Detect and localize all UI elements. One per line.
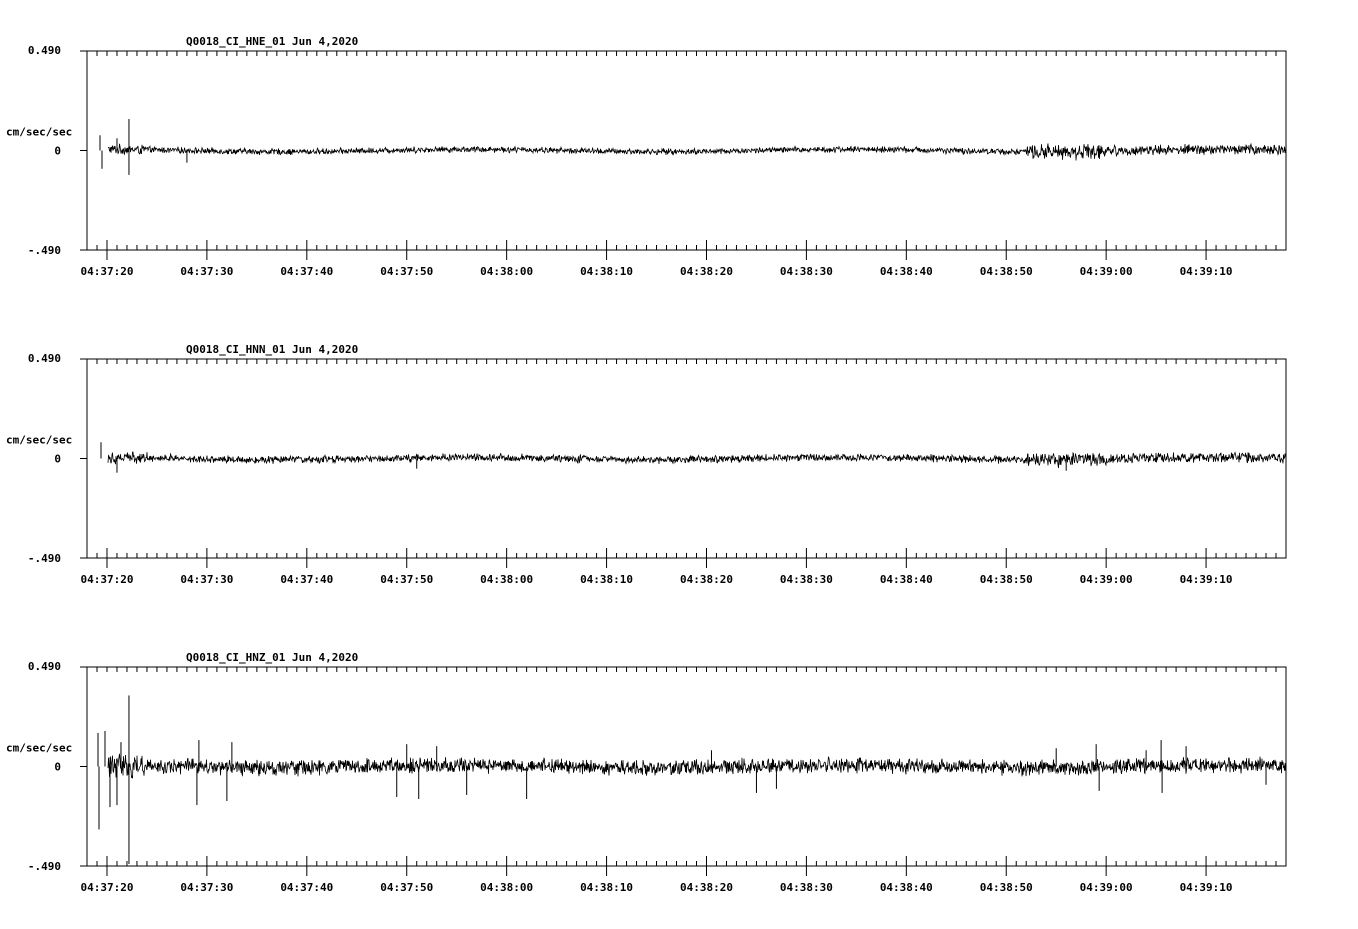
x-tick-label: 04:37:30: [180, 265, 233, 278]
y-tick-label: 0.490: [28, 44, 61, 57]
panel-3: Q0018_CI_HNZ_01 Jun 4,2020 cm/sec/sec 0.49…: [6, 651, 1287, 894]
x-tick-label: 04:38:30: [780, 265, 833, 278]
y-axis-label: cm/sec/sec: [6, 742, 72, 755]
x-tick-label: 04:37:20: [80, 265, 133, 278]
x-tick-label: 04:38:50: [980, 265, 1033, 278]
y-tick-label: -.490: [28, 860, 61, 873]
x-tick-label: 04:38:10: [580, 573, 633, 586]
x-tick-label: 04:38:40: [880, 573, 933, 586]
x-tick-label: 04:37:40: [280, 573, 333, 586]
x-tick-label: 04:38:00: [480, 573, 533, 586]
waveform-trace: [107, 142, 1287, 161]
y-axis-label: cm/sec/sec: [6, 126, 72, 139]
x-tick-label: 04:38:40: [880, 881, 933, 894]
x-tick-label: 04:39:10: [1180, 265, 1233, 278]
x-tick-label: 04:38:20: [680, 881, 733, 894]
y-tick-label: 0.490: [28, 352, 61, 365]
x-tick-label: 04:37:50: [380, 881, 433, 894]
y-tick-label: -.490: [28, 244, 61, 257]
x-tick-label: 04:38:10: [580, 265, 633, 278]
seismogram-svg: Q0018_CI_HNE_01 Jun 4,2020 cm/sec/sec 0.49…: [6, 35, 1287, 894]
plot-frame: [86, 50, 1287, 251]
x-tick-label: 04:39:10: [1180, 881, 1233, 894]
x-tick-label: 04:38:20: [680, 573, 733, 586]
y-axis-label: cm/sec/sec: [6, 434, 72, 447]
chart-title: Q0018_CI_HNE_01 Jun 4,2020: [186, 35, 358, 48]
x-tick-label: 04:37:20: [80, 881, 133, 894]
panel-1: Q0018_CI_HNE_01 Jun 4,2020 cm/sec/sec 0.49…: [6, 35, 1287, 278]
x-tick-label: 04:38:10: [580, 881, 633, 894]
x-tick-label: 04:38:40: [880, 265, 933, 278]
panel-2: Q0018_CI_HNN_01 Jun 4,2020 cm/sec/sec 0.49…: [6, 343, 1287, 586]
x-tick-label: 04:39:10: [1180, 573, 1233, 586]
x-tick-label: 04:38:30: [780, 573, 833, 586]
x-tick-label: 04:37:40: [280, 265, 333, 278]
y-tick-label: 0: [54, 761, 61, 774]
y-tick-label: 0: [54, 453, 61, 466]
x-tick-label: 04:37:30: [180, 881, 233, 894]
x-tick-label: 04:38:00: [480, 881, 533, 894]
x-tick-label: 04:39:00: [1080, 573, 1133, 586]
y-tick-label: 0.490: [28, 660, 61, 673]
x-tick-label: 04:38:30: [780, 881, 833, 894]
chart-title: Q0018_CI_HNZ_01 Jun 4,2020: [186, 651, 358, 664]
chart-title: Q0018_CI_HNN_01 Jun 4,2020: [186, 343, 358, 356]
x-tick-label: 04:37:50: [380, 265, 433, 278]
y-tick-label: 0: [54, 145, 61, 158]
y-tick-label: -.490: [28, 552, 61, 565]
x-tick-label: 04:37:40: [280, 881, 333, 894]
x-tick-label: 04:37:30: [180, 573, 233, 586]
x-tick-label: 04:38:50: [980, 573, 1033, 586]
seismogram-figure: Q0018_CI_HNE_01 Jun 4,2020 cm/sec/sec 0.49…: [0, 0, 1358, 924]
x-tick-label: 04:39:00: [1080, 265, 1133, 278]
x-tick-label: 04:38:00: [480, 265, 533, 278]
x-tick-label: 04:37:20: [80, 573, 133, 586]
waveform-trace: [107, 451, 1287, 469]
x-tick-label: 04:38:50: [980, 881, 1033, 894]
x-tick-label: 04:38:20: [680, 265, 733, 278]
waveform-trace: [107, 753, 1287, 779]
x-tick-label: 04:39:00: [1080, 881, 1133, 894]
x-tick-label: 04:37:50: [380, 573, 433, 586]
